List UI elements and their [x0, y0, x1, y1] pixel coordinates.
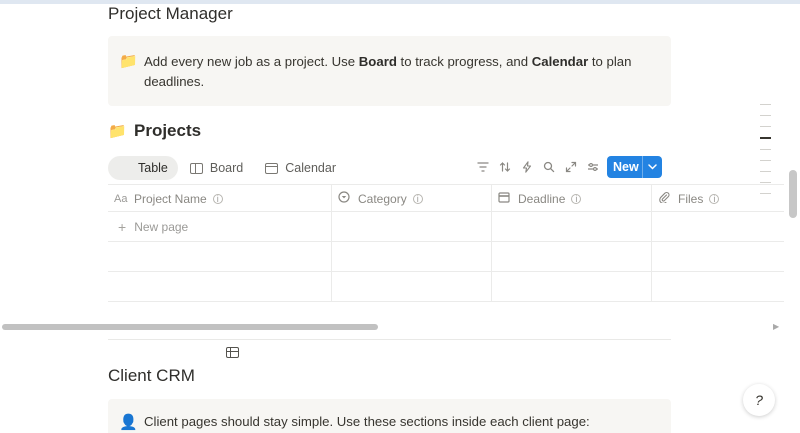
projects-table: Aa Project Name i Category i Deadline i …: [108, 184, 784, 302]
table-row[interactable]: + New page: [108, 212, 784, 242]
toc-line[interactable]: [760, 181, 771, 183]
table-cell[interactable]: [332, 272, 492, 301]
toc-line[interactable]: [760, 148, 771, 150]
view-tabs: Table Board Calendar: [108, 155, 348, 358]
table-row[interactable]: [108, 242, 784, 272]
toc-line[interactable]: [760, 192, 771, 194]
expand-icon[interactable]: [560, 157, 582, 177]
table-cell[interactable]: [492, 242, 652, 271]
chevron-down-icon[interactable]: [643, 162, 661, 172]
new-button-label[interactable]: New: [607, 160, 642, 174]
table-cell[interactable]: [332, 212, 492, 241]
lightning-icon[interactable]: [516, 157, 538, 177]
column-header-deadline[interactable]: Deadline i: [492, 185, 652, 212]
help-button[interactable]: ?: [743, 384, 775, 416]
table-cell[interactable]: [492, 272, 652, 301]
callout-text: Client pages should stay simple. Use the…: [144, 414, 590, 429]
new-button[interactable]: New: [607, 156, 662, 178]
calendar-icon: [265, 162, 279, 174]
toc-line[interactable]: [760, 126, 771, 127]
table-cell[interactable]: [332, 242, 492, 271]
paperclip-icon: [658, 191, 678, 206]
scrollbar-thumb[interactable]: [2, 324, 378, 330]
table-cell[interactable]: [492, 212, 652, 241]
column-label: Deadline: [518, 191, 566, 206]
toc-line[interactable]: [760, 104, 771, 105]
new-page-label[interactable]: New page: [134, 220, 188, 234]
tab-board[interactable]: Board: [180, 156, 253, 180]
settings-icon[interactable]: [582, 157, 604, 177]
sort-icon[interactable]: [494, 157, 516, 177]
section-heading-project-manager: Project Manager: [108, 4, 233, 23]
column-header-category[interactable]: Category i: [332, 185, 492, 212]
database-toolbar: [472, 157, 604, 177]
table-cell[interactable]: [652, 272, 784, 301]
board-icon: [189, 162, 203, 174]
tab-label: Table: [138, 161, 168, 175]
toc-line[interactable]: [760, 170, 771, 172]
section-heading-client-crm: Client CRM: [108, 366, 195, 385]
table-icon: [226, 346, 239, 358]
filter-icon[interactable]: [472, 157, 494, 177]
table-cell[interactable]: [652, 242, 784, 271]
scroll-right-icon[interactable]: ▶: [773, 322, 779, 331]
tab-table[interactable]: Table: [108, 156, 239, 358]
column-header-project-name[interactable]: Aa Project Name i: [108, 185, 332, 212]
client-crm-callout: 👤 Client pages should stay simple. Use t…: [108, 399, 671, 433]
toc-line-active[interactable]: [760, 137, 771, 139]
tab-label: Calendar: [285, 161, 336, 175]
new-page-cell[interactable]: + New page: [108, 212, 332, 241]
plus-icon: +: [118, 218, 127, 235]
select-icon: [338, 191, 358, 206]
person-icon: 👤: [119, 414, 138, 431]
callout-text: Add every new job as a project. Use Boar…: [144, 54, 632, 89]
toc-line[interactable]: [760, 159, 771, 161]
help-icon: ?: [755, 392, 763, 408]
tab-label: Board: [209, 161, 244, 175]
search-icon[interactable]: [538, 157, 560, 177]
project-manager-callout: 📁 Add every new job as a project. Use Bo…: [108, 36, 671, 106]
divider: [108, 339, 671, 340]
database-title-label[interactable]: Projects: [134, 121, 201, 141]
info-icon[interactable]: i: [412, 193, 423, 204]
folder-icon: 📁: [108, 123, 127, 140]
table-cell[interactable]: [108, 272, 332, 301]
toc-line[interactable]: [760, 115, 771, 116]
calendar-icon: [498, 191, 518, 206]
info-icon[interactable]: i: [571, 193, 582, 204]
info-icon[interactable]: i: [212, 193, 223, 204]
vertical-scrollbar-thumb[interactable]: [789, 170, 797, 218]
text-property-icon: Aa: [114, 192, 128, 205]
column-label: Files: [678, 191, 704, 206]
database-title[interactable]: 📁 Projects: [108, 120, 201, 142]
info-icon[interactable]: i: [709, 193, 720, 204]
folder-icon: 📁: [119, 53, 138, 70]
table-of-contents-rail[interactable]: [760, 104, 772, 204]
tab-calendar[interactable]: Calendar: [255, 156, 346, 180]
table-header: Aa Project Name i Category i Deadline i …: [108, 184, 784, 212]
horizontal-scrollbar[interactable]: ▶: [0, 322, 786, 331]
table-cell[interactable]: [652, 212, 784, 241]
column-label: Category: [358, 191, 407, 206]
table-cell[interactable]: [108, 242, 332, 271]
table-row[interactable]: [108, 272, 784, 302]
column-label: Project Name: [134, 191, 207, 206]
